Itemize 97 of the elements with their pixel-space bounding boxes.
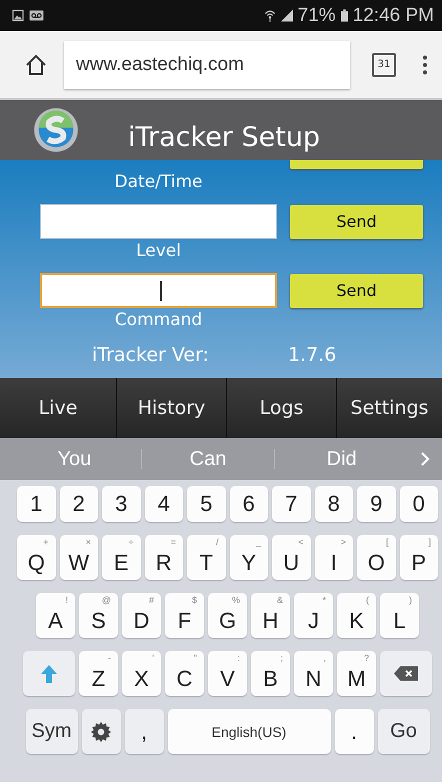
text-field[interactable] <box>40 273 277 308</box>
letter-key[interactable]: U < <box>272 535 310 580</box>
key-hint: ? <box>364 653 369 663</box>
send-button[interactable]: Send <box>290 274 423 308</box>
letter-key[interactable]: Z - <box>79 651 118 696</box>
backspace-icon <box>394 666 418 681</box>
signal-icon <box>280 9 293 22</box>
key-hint: > <box>340 537 346 547</box>
key-hint: # <box>148 595 154 605</box>
version-label: iTracker Ver: <box>92 344 209 366</box>
letter-key[interactable]: P ] <box>400 535 438 580</box>
number-key[interactable]: 8 <box>314 486 353 522</box>
nav-tab[interactable]: Settings <box>337 378 442 438</box>
number-key[interactable]: 0 <box>400 486 438 522</box>
key-hint: [ <box>386 537 388 547</box>
battery-percent: 71% <box>298 4 336 26</box>
letter-key[interactable]: T / <box>187 535 226 580</box>
app-title: iTracker Setup <box>128 122 320 152</box>
key-hint: " <box>194 653 197 663</box>
letter-key[interactable]: S @ <box>79 593 118 638</box>
letter-key[interactable]: H & <box>251 593 290 638</box>
letter-key[interactable]: E ÷ <box>102 535 140 580</box>
space-key[interactable]: English(US) <box>168 709 330 754</box>
number-key[interactable]: 3 <box>102 486 140 522</box>
logo-icon <box>33 107 79 153</box>
letter-key[interactable]: J * <box>294 593 333 638</box>
key-hint: & <box>276 595 283 605</box>
tab-count-button[interactable]: 31 <box>372 52 396 76</box>
number-key[interactable]: 5 <box>187 486 226 522</box>
letter-key[interactable]: N , <box>294 651 333 696</box>
menu-icon[interactable] <box>422 54 428 76</box>
number-key[interactable]: 1 <box>17 486 56 522</box>
chevron-right-icon[interactable] <box>420 451 430 467</box>
key-hint: ' <box>152 653 154 663</box>
key-hint: _ <box>256 537 261 547</box>
picture-notification-icon <box>12 9 24 22</box>
comma-key[interactable]: , <box>124 709 164 754</box>
key-hint: ] <box>428 537 431 547</box>
letter-key[interactable]: O [ <box>357 535 396 580</box>
key-hint: - <box>108 653 111 663</box>
letter-key[interactable]: W × <box>60 535 98 580</box>
wifi-icon <box>264 9 276 22</box>
voicemail-icon <box>29 10 44 21</box>
key-hint: @ <box>102 595 111 605</box>
key-hint: ) <box>409 595 412 605</box>
number-key[interactable]: 2 <box>60 486 98 522</box>
key-hint: * <box>322 595 326 605</box>
home-icon[interactable] <box>24 52 48 76</box>
key-hint: ! <box>65 595 68 605</box>
version-value: 1.7.6 <box>288 344 336 366</box>
key-hint: / <box>216 537 218 547</box>
period-key[interactable]: . <box>334 709 374 754</box>
letter-key[interactable]: Q + <box>17 535 56 580</box>
number-key[interactable]: 4 <box>144 486 183 522</box>
key-hint: , <box>323 653 326 663</box>
url-field[interactable]: www.eastechiq.com <box>64 40 350 88</box>
shift-key[interactable] <box>23 651 75 696</box>
key-hint: ÷ <box>128 537 134 547</box>
letter-key[interactable]: D # <box>122 593 161 638</box>
up-arrow-icon <box>41 664 57 682</box>
letter-key[interactable]: X ' <box>122 651 161 696</box>
key-hint: × <box>86 537 91 547</box>
letter-key[interactable]: L ) <box>380 593 419 638</box>
key-hint: % <box>232 595 240 605</box>
letter-key[interactable]: F $ <box>165 593 204 638</box>
settings-key[interactable] <box>82 709 120 754</box>
letter-key[interactable]: R = <box>144 535 183 580</box>
battery-icon <box>340 9 348 22</box>
key-hint: ( <box>366 595 369 605</box>
field-label: Command <box>114 309 204 332</box>
clock: 12:46 PM <box>352 4 434 26</box>
symbols-key[interactable]: Sym <box>26 709 78 754</box>
key-hint: + <box>43 537 48 547</box>
number-key[interactable]: 6 <box>230 486 268 522</box>
key-hint: $ <box>192 595 197 605</box>
letter-key[interactable]: V : <box>208 651 247 696</box>
key-hint: : <box>237 653 240 663</box>
letter-key[interactable]: G % <box>208 593 247 638</box>
letter-key[interactable]: I > <box>314 535 353 580</box>
settings-icon <box>90 720 112 742</box>
letter-key[interactable]: Y _ <box>230 535 268 580</box>
letter-key[interactable]: C " <box>165 651 204 696</box>
key-hint: < <box>298 537 304 547</box>
text-field[interactable] <box>40 204 277 239</box>
backspace-key[interactable] <box>380 651 432 696</box>
letter-key[interactable]: K ( <box>337 593 376 638</box>
go-key[interactable]: Go <box>378 709 430 754</box>
key-hint: ; <box>280 653 283 663</box>
letter-key[interactable]: B ; <box>251 651 290 696</box>
send-button[interactable]: Send <box>290 204 423 238</box>
number-key[interactable]: 7 <box>272 486 310 522</box>
number-key[interactable]: 9 <box>357 486 396 522</box>
key-hint: = <box>170 537 176 547</box>
field-label: Date/Time <box>114 171 204 194</box>
letter-key[interactable]: M ? <box>337 651 376 696</box>
field-label: Level <box>135 240 182 263</box>
letter-key[interactable]: A ! <box>36 593 75 638</box>
